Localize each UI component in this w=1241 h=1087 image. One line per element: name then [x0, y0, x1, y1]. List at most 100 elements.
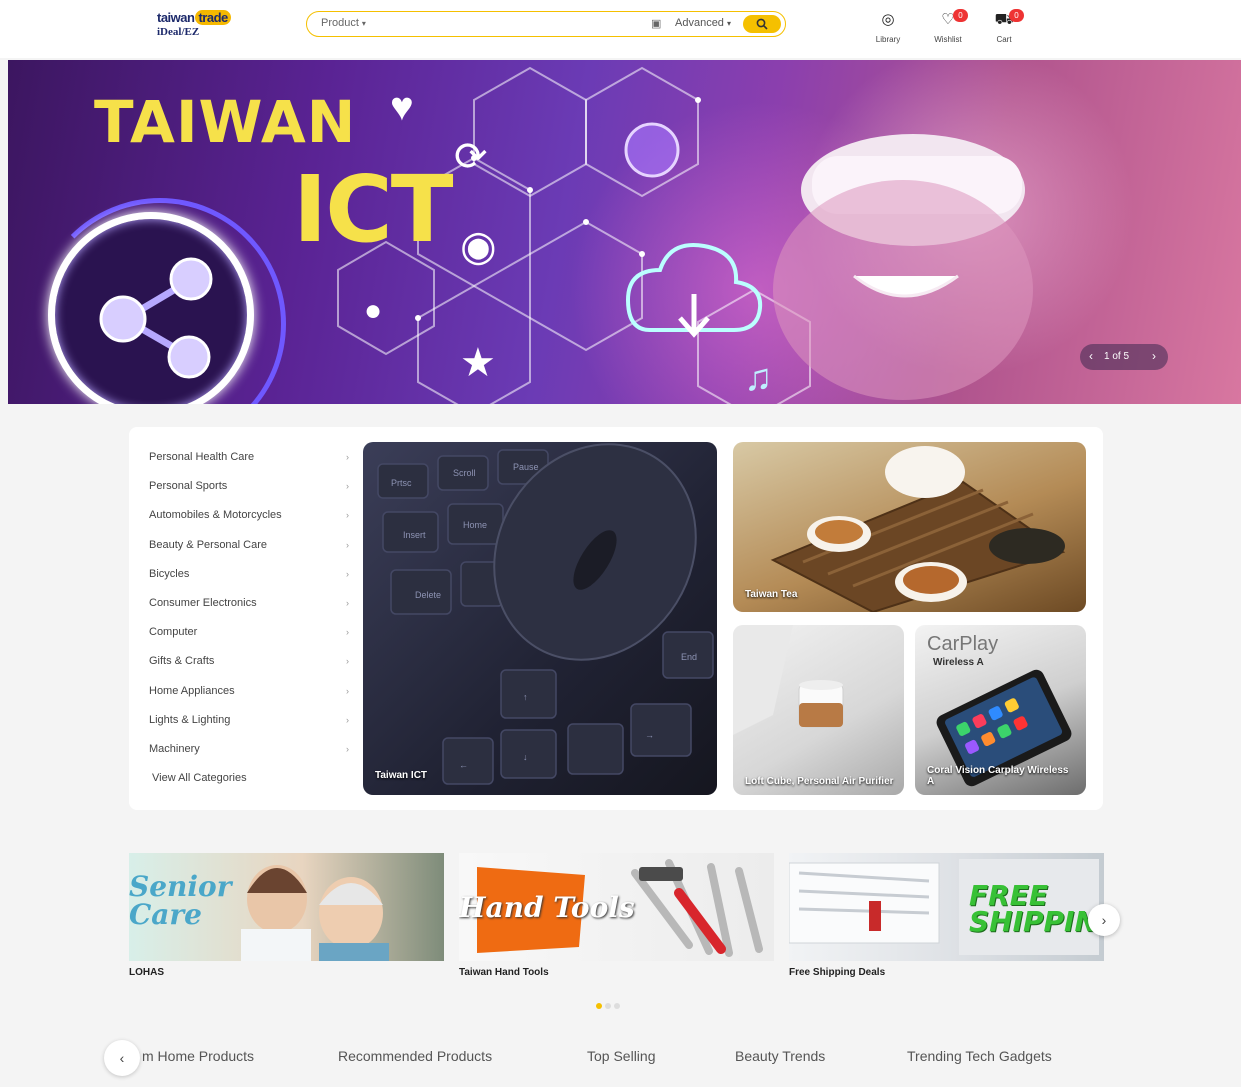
tab-home-products[interactable]: m Home Products	[142, 1048, 254, 1064]
touch-icon	[624, 122, 680, 178]
air-purifier-image	[733, 625, 844, 735]
search-bar[interactable]: Product ▾ ▣ Advanced ▾	[306, 11, 786, 37]
refresh-icon: ⟳	[454, 135, 488, 179]
share-icon	[48, 212, 254, 404]
promo-senior-care[interactable]: Senior Care	[129, 853, 444, 961]
tab-beauty-trends[interactable]: Beauty Trends	[735, 1048, 825, 1064]
hero-title-line1: TAIWAN	[94, 88, 357, 156]
promo-hand-tools[interactable]: Hand Tools	[459, 853, 774, 961]
chevron-left-icon: ‹	[119, 1050, 125, 1066]
svg-text:Delete: Delete	[415, 590, 441, 600]
promo-pagination	[596, 996, 623, 1014]
svg-text:End: End	[681, 652, 697, 662]
category-item[interactable]: Consumer Electronics ›	[149, 589, 349, 618]
tab-recommended-products[interactable]: Recommended Products	[338, 1048, 492, 1064]
chat-icon: ●	[364, 294, 382, 327]
hero-carousel-control: ‹ 1 of 5 ›	[1080, 344, 1168, 370]
tile-caption: Loft Cube, Personal Air Purifier	[745, 776, 894, 787]
svg-text:↑: ↑	[523, 692, 528, 702]
category-item[interactable]: Home Appliances ›	[149, 677, 349, 706]
svg-text:Home: Home	[463, 520, 487, 530]
chevron-down-icon: ▾	[361, 19, 366, 28]
promo-art-text: FREE SHIPPING	[969, 879, 1104, 938]
view-all-categories-link[interactable]: View All Categories	[149, 764, 349, 793]
library-icon: ◎	[881, 11, 895, 28]
tab-trending-tech-gadgets[interactable]: Trending Tech Gadgets	[907, 1048, 1052, 1064]
promo-label[interactable]: Taiwan Hand Tools	[459, 967, 549, 978]
category-item[interactable]: Beauty & Personal Care ›	[149, 531, 349, 560]
search-icon	[756, 18, 768, 30]
senior-care-image	[241, 865, 389, 961]
pagination-dot[interactable]	[596, 1003, 602, 1009]
nav-library-label: Library	[875, 35, 901, 44]
svg-text:Scroll: Scroll	[453, 468, 476, 478]
top-bar: taiwan trade iDeal/EZ Product ▾ ▣ Advanced…	[0, 0, 1241, 58]
tea-set-image	[770, 446, 1066, 612]
category-item[interactable]: Personal Health Care ›	[149, 443, 349, 472]
category-item[interactable]: Gifts & Crafts ›	[149, 647, 349, 676]
chevron-right-icon: ›	[346, 539, 349, 550]
category-item[interactable]: Automobiles & Motorcycles ›	[149, 501, 349, 530]
nav-wishlist-label: Wishlist	[934, 35, 962, 44]
nav-library[interactable]: ◎ Library	[868, 10, 908, 50]
chevron-right-icon: ›	[346, 510, 349, 521]
promo-free-shipping[interactable]: FREE SHIPPING	[789, 853, 1104, 961]
chevron-right-icon: ›	[346, 743, 349, 754]
site-logo[interactable]: taiwan trade iDeal/EZ	[157, 10, 237, 50]
category-item[interactable]: Bicycles ›	[149, 560, 349, 589]
chevron-right-icon: ›	[346, 627, 349, 638]
heart-icon: ♥	[390, 85, 414, 129]
cart-badge: 0	[1009, 9, 1024, 22]
promo-art-text: Hand Tools	[459, 891, 635, 924]
category-item[interactable]: Machinery ›	[149, 735, 349, 764]
tile-caption: Taiwan Tea	[745, 589, 798, 600]
category-item[interactable]: Computer ›	[149, 618, 349, 647]
product-tabs: m Home Products Recommended Products Top…	[0, 1036, 1241, 1080]
tile-air-purifier[interactable]: Loft Cube, Personal Air Purifier	[733, 625, 904, 795]
logo-subtext: iDeal/EZ	[157, 26, 200, 38]
tile-taiwan-tea[interactable]: Taiwan Tea	[733, 442, 1086, 612]
chevron-right-icon: ›	[1101, 912, 1107, 928]
wishlist-badge: 0	[953, 9, 968, 22]
hero-title-line2: ICT	[293, 156, 454, 263]
chevron-right-icon: ›	[346, 714, 349, 725]
svg-text:Pause: Pause	[513, 462, 539, 472]
pagination-dot[interactable]	[605, 1003, 611, 1009]
nav-wishlist[interactable]: ♡ 0 Wishlist	[928, 9, 968, 50]
star-icon: ★	[460, 341, 496, 385]
image-search-icon[interactable]: ▣	[651, 17, 661, 30]
music-note-icon: ♫	[744, 357, 773, 399]
search-category-select[interactable]: Product ▾	[321, 17, 366, 29]
tabs-prev-button[interactable]: ‹	[104, 1040, 140, 1076]
promo-label[interactable]: Free Shipping Deals	[789, 967, 885, 978]
category-item[interactable]: Personal Sports ›	[149, 472, 349, 501]
chevron-right-icon: ›	[346, 568, 349, 579]
tile-taiwan-ict[interactable]: Prtsc Scroll Pause Insert Home Delete ↑ ↓ ← → En…	[363, 442, 717, 795]
nav-cart[interactable]: ⛟ 0 Cart	[984, 9, 1024, 50]
category-panel: Personal Health Care › Personal Sports › A…	[129, 427, 1103, 810]
chevron-right-icon[interactable]: ›	[1152, 349, 1156, 363]
svg-text:↓: ↓	[523, 752, 528, 762]
tile-caption: Taiwan ICT	[375, 770, 428, 781]
svg-text:Prtsc: Prtsc	[391, 478, 412, 488]
hero-banner[interactable]: ♥ ⟳ ◉ ● ★ ♫ TAIWAN ICT ‹ 1 of 5 ›	[8, 60, 1241, 404]
category-list: Personal Health Care › Personal Sports › A…	[149, 443, 349, 793]
chevron-right-icon: ›	[346, 656, 349, 667]
svg-text:←: ←	[459, 760, 468, 770]
category-item[interactable]: Lights & Lighting ›	[149, 706, 349, 735]
svg-text:→: →	[645, 730, 654, 740]
search-button[interactable]	[743, 15, 781, 33]
logo-text-b: trade	[195, 10, 231, 25]
advanced-search-select[interactable]: Advanced ▾	[675, 17, 731, 29]
tab-top-selling[interactable]: Top Selling	[587, 1048, 656, 1064]
tile-caption: Coral Vision Carplay Wireless A	[927, 765, 1069, 787]
wifi-icon: ◉	[460, 222, 497, 269]
pagination-dot[interactable]	[614, 1003, 620, 1009]
promo-next-button[interactable]: ›	[1088, 904, 1120, 936]
chevron-left-icon[interactable]: ‹	[1089, 349, 1093, 363]
promo-label[interactable]: LOHAS	[129, 967, 164, 978]
tile-carplay[interactable]: CarPlay Wireless A Coral Vision Carplay …	[915, 625, 1086, 795]
svg-text:Insert: Insert	[403, 530, 426, 540]
keyboard-mouse-image: Prtsc Scroll Pause Insert Home Delete ↑ ↓ ← → En…	[377, 443, 714, 785]
chevron-right-icon: ›	[346, 452, 349, 462]
